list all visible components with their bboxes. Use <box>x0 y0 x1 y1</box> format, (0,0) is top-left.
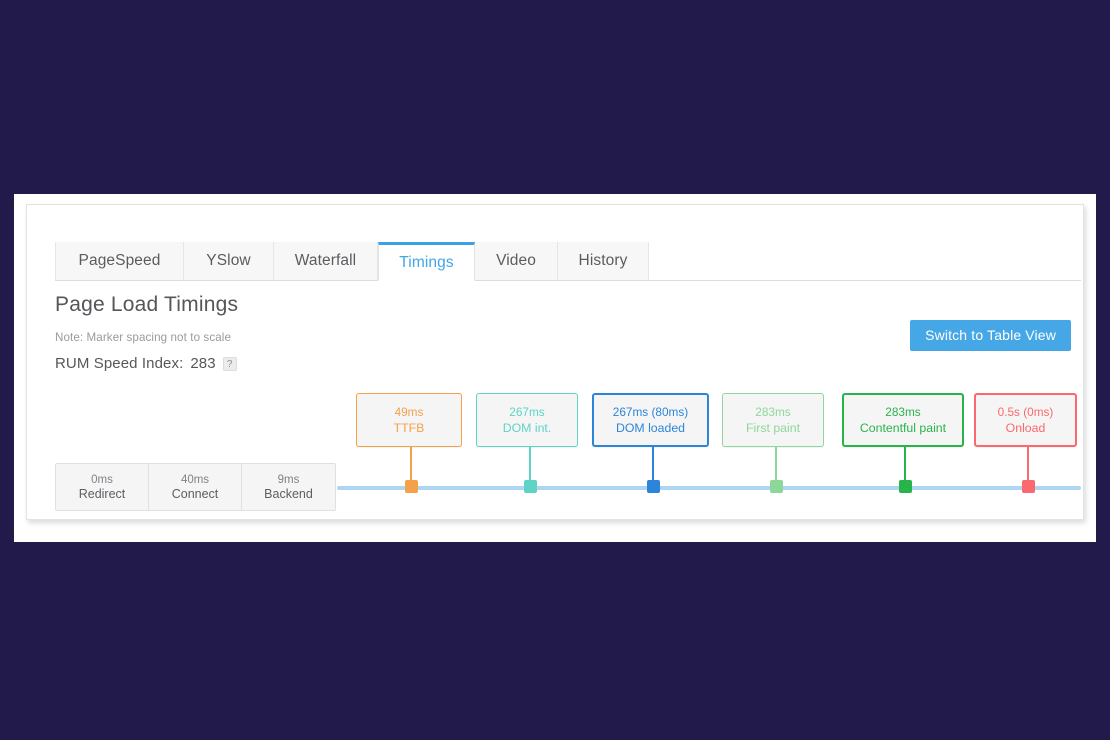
timing-marker-value: 49ms <box>394 405 424 419</box>
timing-marker-dot[interactable] <box>647 480 660 493</box>
timing-marker-label: DOM int. <box>502 421 552 435</box>
tab-timings[interactable]: Timings <box>378 242 475 281</box>
timing-marker-dot[interactable] <box>899 480 912 493</box>
timing-marker-value: 267ms (80ms) <box>612 405 689 419</box>
phase-label: Connect <box>171 486 219 501</box>
timing-marker-dot[interactable] <box>770 480 783 493</box>
phase-redirect[interactable]: 0ms Redirect <box>56 464 149 510</box>
phase-connect[interactable]: 40ms Connect <box>149 464 242 510</box>
timing-marker-ttfb[interactable]: 49ms TTFB <box>356 393 462 447</box>
timing-marker-dot[interactable] <box>1022 480 1035 493</box>
tab-history[interactable]: History <box>558 242 649 280</box>
timing-marker-stem <box>904 447 906 480</box>
phase-label: Redirect <box>78 486 126 501</box>
phase-value: 0ms <box>91 473 113 486</box>
phase-backend[interactable]: 9ms Backend <box>242 464 335 510</box>
phase-label: Backend <box>264 486 313 501</box>
timing-marker-dot[interactable] <box>524 480 537 493</box>
timing-marker-first-paint[interactable]: 283ms First paint <box>722 393 824 447</box>
tab-label: History <box>578 252 628 269</box>
timing-marker-label: DOM loaded <box>615 421 686 435</box>
timing-marker-dom-int[interactable]: 267ms DOM int. <box>476 393 578 447</box>
tab-waterfall[interactable]: Waterfall <box>274 242 378 280</box>
timing-marker-value: 267ms <box>509 405 545 419</box>
rum-speed-index-label: RUM Speed Index: <box>55 355 184 372</box>
tab-pagespeed[interactable]: PageSpeed <box>55 242 184 280</box>
tab-label: Timings <box>399 254 454 271</box>
tab-label: PageSpeed <box>78 252 161 269</box>
timing-marker-stem <box>775 447 777 480</box>
timing-marker-value: 283ms <box>885 405 921 419</box>
question-mark-icon[interactable]: ? <box>222 356 237 371</box>
phase-value: 9ms <box>277 473 300 486</box>
tab-label: Video <box>496 252 536 269</box>
timing-marker-onload[interactable]: 0.5s (0ms) Onload <box>974 393 1077 447</box>
timing-marker-label: Contentful paint <box>859 421 947 435</box>
timing-marker-stem <box>529 447 531 480</box>
timing-marker-label: Onload <box>1005 421 1046 435</box>
phase-value: 40ms <box>180 473 210 486</box>
page-title: Page Load Timings <box>55 293 239 316</box>
tab-bar: PageSpeed YSlow Waterfall Timings Video Histo… <box>55 242 1081 281</box>
rum-speed-index-value: 283 <box>190 355 216 372</box>
timing-marker-label: TTFB <box>393 421 425 435</box>
scale-note: Note: Marker spacing not to scale <box>55 331 232 344</box>
timing-marker-stem <box>1027 447 1029 480</box>
tab-label: Waterfall <box>294 252 357 269</box>
timing-marker-label: First paint <box>746 421 800 435</box>
timeline-rail <box>337 486 1081 490</box>
timing-marker-value: 0.5s (0ms) <box>997 405 1054 419</box>
tab-yslow[interactable]: YSlow <box>184 242 274 280</box>
timing-marker-dot[interactable] <box>405 480 418 493</box>
results-card: PageSpeed YSlow Waterfall Timings Video Histo… <box>26 204 1084 520</box>
page-frame: PageSpeed YSlow Waterfall Timings Video Histo… <box>14 194 1096 542</box>
timing-marker-contentful-paint[interactable]: 283ms Contentful paint <box>842 393 964 447</box>
timing-marker-stem <box>410 447 412 480</box>
timing-marker-stem <box>652 447 654 480</box>
phase-box-group: 0ms Redirect 40ms Connect 9ms Backend <box>55 463 336 511</box>
switch-to-table-view-button[interactable]: Switch to Table View <box>910 320 1071 351</box>
timing-marker-value: 283ms <box>755 405 791 419</box>
tab-label: YSlow <box>206 252 251 269</box>
rum-speed-index: RUM Speed Index: 283 ? <box>55 355 237 372</box>
tab-video[interactable]: Video <box>475 242 558 280</box>
timing-marker-dom-loaded[interactable]: 267ms (80ms) DOM loaded <box>592 393 709 447</box>
